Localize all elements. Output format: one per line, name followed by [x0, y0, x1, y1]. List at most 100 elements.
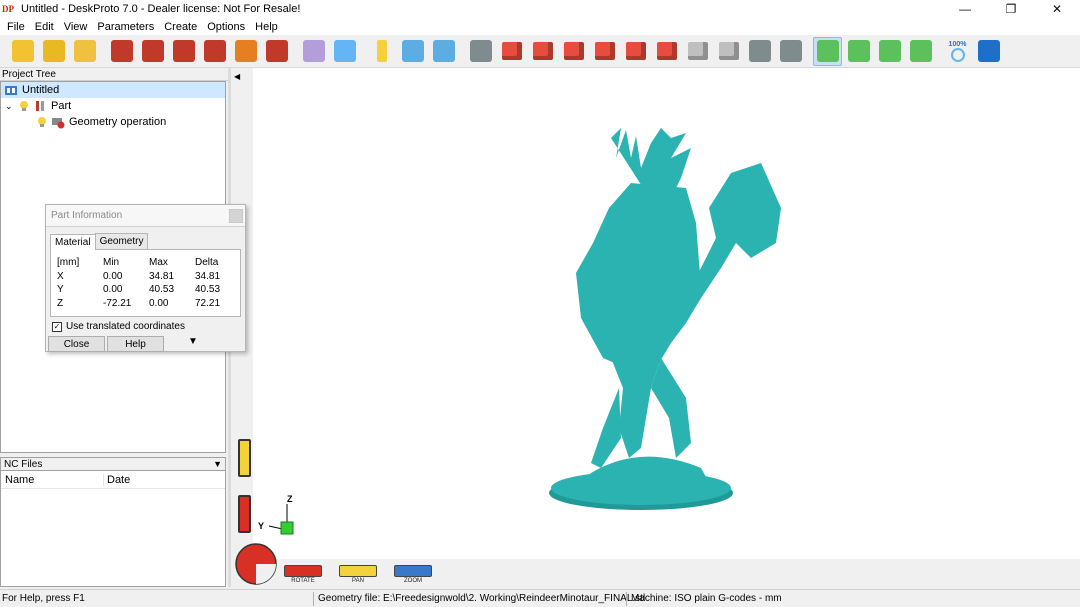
cutter-button[interactable]: [200, 37, 229, 66]
table-header: Min: [103, 257, 120, 269]
table-cell: 0.00: [103, 284, 123, 296]
dimensions-table: [mm] Min Max Delta X 0.00 34.81 34.81 Y …: [50, 249, 241, 317]
magnifier-shape: [950, 47, 965, 62]
zoom-window-button[interactable]: [906, 37, 935, 66]
app-logo: DP: [2, 4, 14, 14]
table-cell: Y: [57, 284, 64, 296]
zoom-100-button[interactable]: 100%: [943, 37, 972, 66]
view-cube-left-button[interactable]: [559, 37, 588, 66]
chevron-down-icon[interactable]: ⌄: [5, 101, 15, 112]
nc-files-panel: NC Files ▼ Name Date: [0, 457, 226, 587]
rotate-mode-icon: [816, 40, 839, 62]
menu-view[interactable]: View: [59, 21, 93, 33]
checkbox-box[interactable]: ✓: [52, 321, 62, 332]
view-cube-bottom-icon: [656, 42, 677, 60]
inspect-icon: [333, 40, 356, 62]
table-header: Max: [149, 257, 168, 269]
save-button[interactable]: [70, 37, 99, 66]
column-name[interactable]: Name: [1, 473, 104, 486]
lightbulb-icon[interactable]: [19, 100, 29, 112]
camera-save-button[interactable]: [745, 37, 774, 66]
translated-coordinates-checkbox[interactable]: ✓ Use translated coordinates: [52, 321, 239, 332]
zoom-in-button[interactable]: [875, 37, 904, 66]
info-icon: [376, 40, 387, 62]
view-cube-front-button[interactable]: [497, 37, 526, 66]
pan-mode-button[interactable]: [844, 37, 873, 66]
camera-icon: [469, 40, 492, 62]
menu-file[interactable]: File: [2, 21, 30, 33]
preview-icon: [432, 40, 455, 62]
rotate-dial-icon[interactable]: [234, 542, 278, 586]
table-row: Y 0.00 40.53 40.53: [57, 283, 240, 297]
minimize-button[interactable]: —: [942, 0, 988, 18]
import-part-button[interactable]: [138, 37, 167, 66]
camera-restore-button[interactable]: [776, 37, 805, 66]
menu-help[interactable]: Help: [250, 21, 283, 33]
view-cube-top-button[interactable]: [621, 37, 650, 66]
tree-item-project[interactable]: Untitled: [1, 82, 225, 98]
dialog-close-icon[interactable]: [229, 209, 243, 223]
tree-item-operation[interactable]: Geometry operation: [1, 114, 225, 130]
new-project-button[interactable]: [8, 37, 37, 66]
tree-item-part[interactable]: ⌄ Part: [1, 98, 225, 114]
view-cube-back-icon: [532, 42, 553, 60]
inspect-button[interactable]: [330, 37, 359, 66]
new-project-icon: [11, 40, 34, 62]
window-controls: — ❐ ✕: [942, 0, 1080, 18]
menu-parameters[interactable]: Parameters: [92, 21, 159, 33]
table-cell: 0.00: [103, 270, 123, 282]
pan-mode-icon: [847, 40, 870, 62]
view-cube-bottom-button[interactable]: [652, 37, 681, 66]
lightbulb-icon[interactable]: [37, 116, 47, 128]
preview-button[interactable]: [429, 37, 458, 66]
pan-control[interactable]: [339, 565, 377, 577]
status-geometry-file: Geometry file: E:\Freedesignwold\2. Work…: [318, 593, 646, 604]
column-date[interactable]: Date: [104, 474, 130, 486]
nc-files-header[interactable]: NC Files ▼: [0, 457, 226, 471]
axis-y-label: Y: [258, 521, 265, 531]
dialog-tabs: Material Geometry: [46, 233, 245, 250]
view-cube-iso-icon: [687, 42, 708, 60]
menu-edit[interactable]: Edit: [30, 21, 59, 33]
status-separator: [626, 592, 627, 606]
rotate-control[interactable]: [284, 565, 322, 577]
tab-geometry[interactable]: Geometry: [94, 233, 149, 249]
info-button[interactable]: [367, 37, 396, 66]
expand-arrow-icon[interactable]: ▼: [188, 336, 198, 352]
camera-button[interactable]: [466, 37, 495, 66]
dialog-title: Part Information: [51, 210, 123, 221]
rotate-mode-button[interactable]: [813, 36, 842, 66]
status-machine: Machine: ISO plain G-codes - mm: [631, 593, 782, 604]
view-cube-iso-button[interactable]: [683, 37, 712, 66]
menu-bar: File Edit View Parameters Create Options…: [0, 18, 1080, 35]
open-folder-button[interactable]: [39, 37, 68, 66]
help-button[interactable]: Help: [107, 336, 164, 352]
nc-files-list[interactable]: Name Date: [0, 471, 226, 587]
help-book-button[interactable]: [974, 37, 1003, 66]
menu-options[interactable]: Options: [202, 21, 250, 33]
close-dialog-button[interactable]: Close: [48, 336, 105, 352]
view-cube-left-icon: [563, 42, 584, 60]
view-cube-right-icon: [594, 42, 615, 60]
part-wizard-button[interactable]: [107, 37, 136, 66]
tree-item-label: Untitled: [22, 84, 60, 96]
view-cube-grey-button[interactable]: [714, 37, 743, 66]
dialog-title-bar[interactable]: Part Information: [46, 205, 245, 227]
part-icon: [36, 101, 44, 111]
close-button[interactable]: ✕: [1034, 0, 1080, 18]
export-button[interactable]: [262, 37, 291, 66]
restore-button[interactable]: ❐: [988, 0, 1034, 18]
tab-material[interactable]: Material: [50, 234, 96, 250]
operation-wizard-button[interactable]: [169, 37, 198, 66]
3d-viewport[interactable]: ◀ Z Y ROTATE PAN ZOOM: [231, 68, 1080, 587]
view-cube-back-button[interactable]: [528, 37, 557, 66]
menu-create[interactable]: Create: [159, 21, 202, 33]
dropdown-arrow-icon[interactable]: ▼: [213, 459, 222, 469]
zoom-control[interactable]: [394, 565, 432, 577]
view-cube-right-button[interactable]: [590, 37, 619, 66]
drawing-button[interactable]: [231, 37, 260, 66]
window-layout-button[interactable]: [398, 37, 427, 66]
eraser-button[interactable]: [299, 37, 328, 66]
table-cell: 34.81: [149, 270, 175, 282]
help-book-icon: [977, 40, 1000, 62]
